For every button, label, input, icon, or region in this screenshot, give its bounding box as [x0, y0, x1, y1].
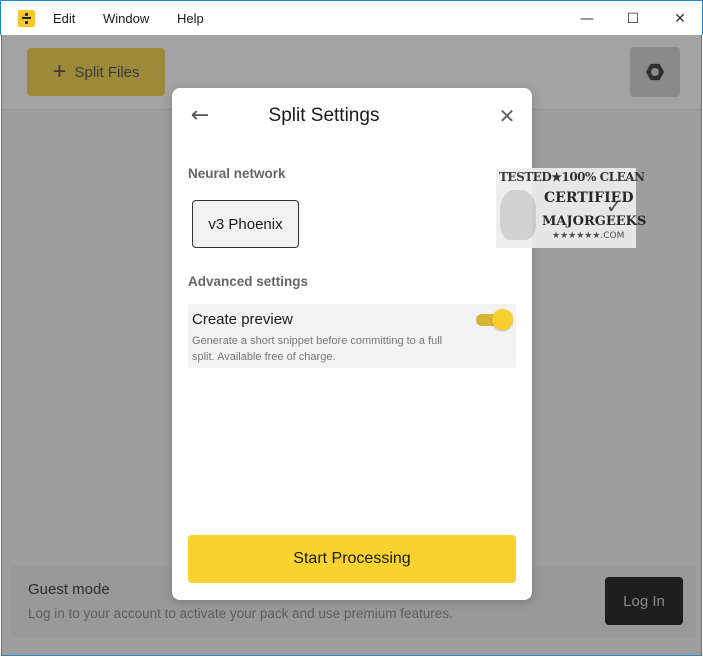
mascot-icon — [500, 190, 536, 240]
watermark-line1: TESTED★100% CLEAN — [499, 170, 645, 184]
gear-icon — [646, 63, 664, 81]
advanced-settings-label: Advanced settings — [188, 274, 309, 289]
split-files-button[interactable]: + Split Files — [27, 48, 165, 96]
guest-mode-subtitle: Log in to your account to activate your … — [28, 606, 453, 621]
back-arrow-icon[interactable]: ← — [188, 104, 212, 128]
watermark-line4: ★★★★★★.COM — [552, 231, 625, 241]
neural-network-option[interactable]: v3 Phoenix — [192, 200, 299, 248]
menu-help[interactable]: Help — [177, 11, 204, 26]
plus-icon: + — [52, 58, 67, 85]
maximize-icon: ☐ — [626, 10, 640, 27]
title-bar: Edit Window Help — ☐ ✕ — [0, 0, 703, 35]
neural-network-label: Neural network — [188, 166, 286, 181]
minimize-icon: — — [580, 10, 594, 27]
create-preview-row: Create preview Generate a short snippet … — [188, 304, 516, 368]
create-preview-toggle[interactable] — [476, 309, 513, 330]
settings-button[interactable] — [630, 47, 680, 97]
modal-title: Split Settings — [268, 105, 380, 126]
minimize-button[interactable]: — — [564, 1, 610, 36]
log-in-button[interactable]: Log In — [605, 577, 683, 625]
start-processing-button[interactable]: Start Processing — [188, 535, 516, 583]
close-window-button[interactable]: ✕ — [657, 1, 703, 36]
close-modal-icon[interactable]: ✕ — [496, 105, 518, 127]
guest-mode-title: Guest mode — [28, 581, 110, 598]
majorgeeks-watermark: TESTED★100% CLEAN CERTIFIED ✓ MAJORGEEKS… — [496, 168, 646, 248]
close-icon: ✕ — [674, 10, 686, 27]
menu-window[interactable]: Window — [103, 11, 149, 26]
split-files-label: Split Files — [74, 63, 140, 81]
maximize-button[interactable]: ☐ — [610, 1, 656, 36]
menu-edit[interactable]: Edit — [53, 11, 75, 26]
app-logo-icon — [18, 10, 35, 27]
create-preview-title: Create preview — [192, 311, 293, 328]
split-settings-modal: ← Split Settings ✕ Neural network v3 Pho… — [172, 88, 532, 600]
watermark-line3: MAJORGEEKS — [542, 214, 647, 229]
create-preview-description: Generate a short snippet before committi… — [192, 335, 443, 363]
